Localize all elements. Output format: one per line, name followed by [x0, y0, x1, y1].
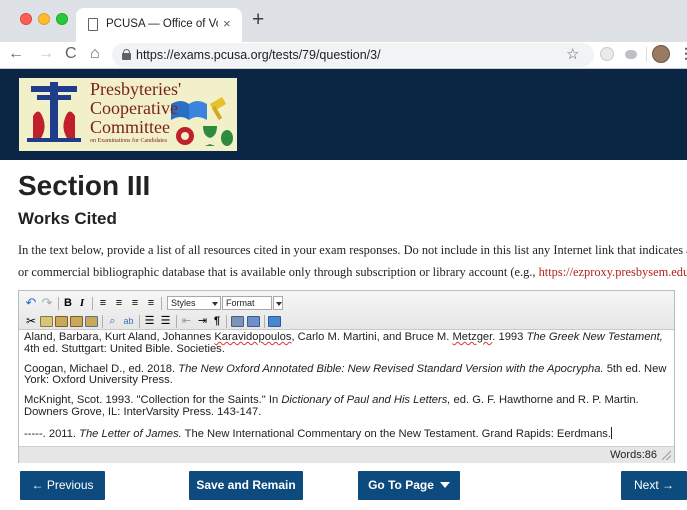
toolbar-separator: [264, 315, 265, 328]
print-icon[interactable]: [231, 316, 244, 327]
profile-avatar[interactable]: [652, 45, 670, 63]
logo-line-cooperative: Cooperative: [90, 98, 178, 118]
paste-text-icon[interactable]: [70, 316, 83, 327]
browser-menu-icon[interactable]: ⋮: [679, 46, 687, 60]
next-button[interactable]: Next →: [621, 471, 687, 500]
maximize-window-button[interactable]: [56, 13, 68, 25]
toolbar-separator: [102, 315, 103, 328]
cloud-extension-icon[interactable]: [622, 46, 640, 62]
forward-arrow-icon[interactable]: →: [38, 44, 54, 64]
browser-tab-bar: PCUSA — Office of Vocation — × +: [0, 0, 687, 42]
align-center-icon[interactable]: ≡: [113, 296, 125, 310]
logo-line-committee: Committee: [90, 117, 170, 137]
toolbar-divider: [646, 47, 647, 62]
chevron-down-icon: [439, 482, 450, 488]
section-title: Section III: [18, 170, 151, 201]
align-left-icon[interactable]: ≡: [97, 296, 109, 310]
copy-icon[interactable]: [40, 316, 53, 327]
instructions-line-1: In the text below, provide a list of all…: [18, 243, 687, 257]
format-dropdown[interactable]: Format: [222, 296, 272, 310]
outdent-icon[interactable]: ⇤: [180, 314, 193, 328]
lock-icon: [122, 49, 131, 60]
toolbar-separator: [161, 297, 162, 310]
maximize-editor-icon[interactable]: [268, 316, 281, 327]
replace-icon[interactable]: ab: [122, 314, 135, 328]
editor-content-area[interactable]: Aland, Barbara, Kurt Aland, Johannes Kar…: [19, 330, 674, 447]
logo-subtitle: on Examinations for Candidates: [90, 138, 168, 144]
resize-grip-icon[interactable]: [662, 451, 671, 460]
reload-icon[interactable]: C: [65, 44, 77, 64]
toolbar-separator: [226, 315, 227, 328]
new-tab-button[interactable]: +: [252, 9, 264, 30]
indent-icon[interactable]: ⇥: [196, 314, 209, 328]
citation-entry: Aland, Barbara, Kurt Aland, Johannes Kar…: [24, 331, 663, 355]
tab-close-icon[interactable]: ×: [223, 16, 231, 32]
citation-entry: Coogan, Michael D., ed. 2018. The New Ox…: [24, 362, 667, 387]
cut-icon[interactable]: ✂: [25, 314, 37, 328]
document-icon: [88, 18, 98, 31]
instructions-line-2: or commercial bibliographic database tha…: [18, 262, 687, 284]
tab-title: PCUSA — Office of Vocation —: [106, 18, 218, 30]
save-and-remain-button[interactable]: Save and Remain: [189, 471, 303, 500]
logo-line-presbyteries: Presbyteries': [90, 79, 182, 99]
align-right-icon[interactable]: ≡: [129, 296, 141, 310]
back-arrow-icon[interactable]: ←: [8, 44, 24, 64]
editor-toolbar: ↶ ↷ B I ≡ ≡ ≡ ≡ Styles Format ✂ ⌕ ab ☰ ☰…: [19, 291, 674, 330]
spellcheck-icon[interactable]: [247, 316, 260, 327]
word-count: Words:86: [610, 449, 657, 461]
pcc-logo[interactable]: Presbyteries' Cooperative Committee on E…: [19, 78, 237, 151]
chevron-down-icon: [212, 302, 218, 306]
redo-icon[interactable]: ↷: [41, 296, 53, 310]
text-cursor: [611, 427, 613, 440]
bookmark-star-icon[interactable]: ☆: [566, 45, 579, 63]
browser-tab[interactable]: PCUSA — Office of Vocation — ×: [76, 8, 242, 42]
works-cited-heading: Works Cited: [18, 209, 117, 228]
logo-wordmark: Presbyteries' Cooperative Committee on E…: [90, 80, 202, 145]
italic-button[interactable]: I: [77, 296, 87, 310]
ezproxy-link[interactable]: https://ezproxy.presbysem.edu\: [539, 265, 687, 279]
browser-toolbar: ← → C ⌂ https://exams.pcusa.org/tests/79…: [0, 42, 687, 68]
toolbar-separator: [58, 297, 59, 310]
bulleted-list-icon[interactable]: ☰: [159, 314, 172, 328]
url-text: https://exams.pcusa.org/tests/79/questio…: [136, 48, 381, 62]
align-justify-icon[interactable]: ≡: [145, 296, 157, 310]
toolbar-separator: [176, 315, 177, 328]
citation-entry: McKnight, Scot. 1993. "Collection for th…: [24, 394, 639, 418]
toolbar-separator: [92, 297, 93, 310]
editor-status-bar: Words:86: [19, 446, 674, 463]
previous-button[interactable]: ← Previous: [20, 471, 105, 500]
go-to-page-button[interactable]: Go To Page: [358, 471, 460, 500]
citation-entry: -----. 2011. The Letter of James. The Ne…: [24, 427, 613, 441]
styles-dropdown[interactable]: Styles: [167, 296, 221, 310]
site-header: Presbyteries' Cooperative Committee on E…: [0, 69, 687, 160]
address-bar[interactable]: https://exams.pcusa.org/tests/79/questio…: [112, 43, 594, 67]
numbered-list-icon[interactable]: ☰: [143, 314, 156, 328]
format-dropdown-arrow[interactable]: [273, 296, 283, 310]
bold-button[interactable]: B: [63, 296, 73, 310]
minimize-window-button[interactable]: [38, 13, 50, 25]
paste-word-icon[interactable]: [85, 316, 98, 327]
chevron-down-icon: [276, 302, 282, 306]
undo-icon[interactable]: ↶: [25, 296, 37, 310]
instructions-text: In the text below, provide a list of all…: [18, 240, 687, 283]
home-icon[interactable]: ⌂: [90, 44, 100, 64]
find-icon[interactable]: ⌕: [106, 314, 119, 328]
show-blocks-button[interactable]: ¶: [212, 314, 222, 328]
extension-icon[interactable]: [600, 47, 614, 61]
paste-icon[interactable]: [55, 316, 68, 327]
close-window-button[interactable]: [20, 13, 32, 25]
works-cited-editor[interactable]: ↶ ↷ B I ≡ ≡ ≡ ≡ Styles Format ✂ ⌕ ab ☰ ☰…: [18, 290, 675, 463]
toolbar-separator: [139, 315, 140, 328]
